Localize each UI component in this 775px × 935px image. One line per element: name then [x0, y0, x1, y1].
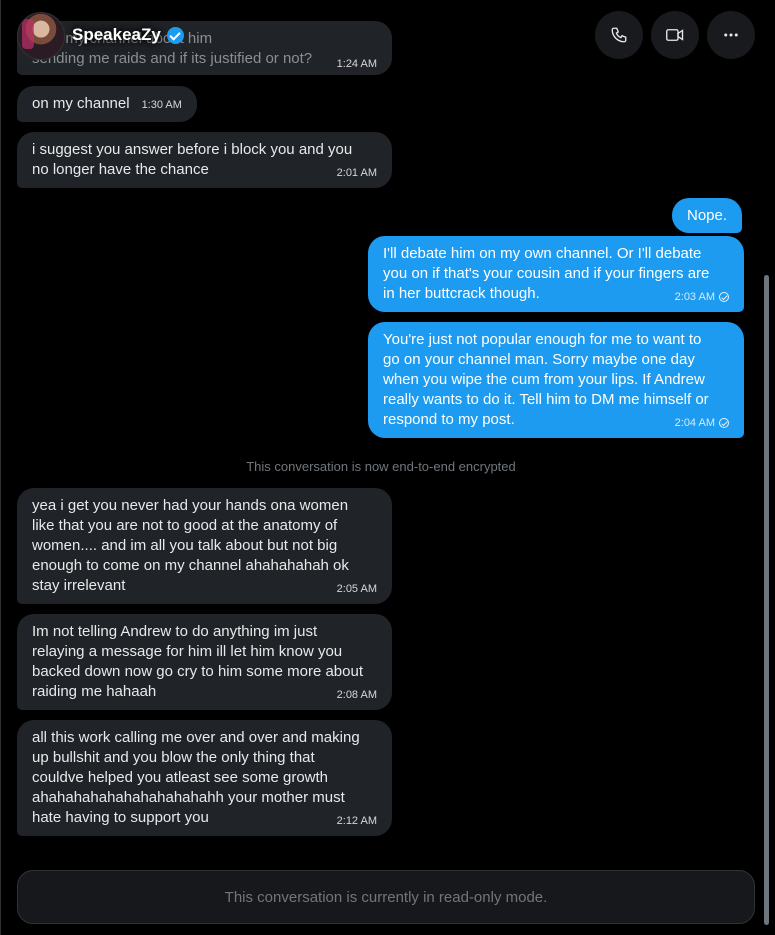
message-text: all this work calling me over and over a…: [32, 729, 360, 826]
message-incoming: Im not telling Andrew to do anything im …: [17, 614, 392, 710]
video-icon: [666, 29, 684, 41]
message-time: 2:03 AM: [674, 291, 715, 303]
message-text: yea i get you never had your hands ona w…: [32, 497, 349, 594]
message-time: 2:05 AM: [336, 583, 377, 595]
encryption-notice: This conversation is now end-to-end encr…: [246, 459, 516, 474]
message-time: 2:01 AM: [336, 167, 377, 179]
message-incoming: i suggest you answer before i block you …: [17, 132, 392, 188]
conversation-header: SpeakeaZy: [0, 0, 775, 70]
message-outgoing: Nope.: [672, 198, 743, 233]
message-incoming: on my channel 1:30 AM: [17, 86, 197, 122]
message-text: on my channel: [32, 95, 130, 112]
phone-call-button[interactable]: [595, 11, 643, 59]
message-outgoing: You're just not popular enough for me to…: [368, 322, 744, 438]
message-text: Nope.: [687, 207, 728, 224]
scrollbar-thumb[interactable]: [764, 275, 769, 925]
message-incoming: all this work calling me over and over a…: [17, 720, 392, 836]
message-time: 2:04 AM: [674, 417, 715, 429]
sent-check-icon: [719, 418, 729, 428]
message-time: 2:08 AM: [336, 689, 377, 701]
readonly-text: This conversation is currently in read-o…: [224, 888, 548, 906]
more-options-button[interactable]: [707, 11, 755, 59]
message-outgoing: I'll debate him on my own channel. Or I'…: [368, 236, 744, 312]
message-time: 1:30 AM: [141, 99, 182, 111]
verified-badge-icon: [166, 26, 184, 44]
phone-icon: [611, 27, 627, 43]
contact-name-wrap[interactable]: SpeakeaZy: [72, 25, 184, 45]
message-incoming: yea i get you never had your hands ona w…: [17, 488, 392, 604]
more-icon: [724, 33, 738, 37]
video-call-button[interactable]: [651, 11, 699, 59]
message-time: 2:12 AM: [336, 815, 377, 827]
avatar[interactable]: [17, 12, 65, 60]
message-list[interactable]: ...on my channel about him sending me ra…: [1, 0, 761, 860]
sent-check-icon: [719, 292, 729, 302]
contact-name[interactable]: SpeakeaZy: [72, 25, 161, 45]
readonly-banner: This conversation is currently in read-o…: [17, 870, 755, 924]
message-text: You're just not popular enough for me to…: [383, 331, 709, 428]
